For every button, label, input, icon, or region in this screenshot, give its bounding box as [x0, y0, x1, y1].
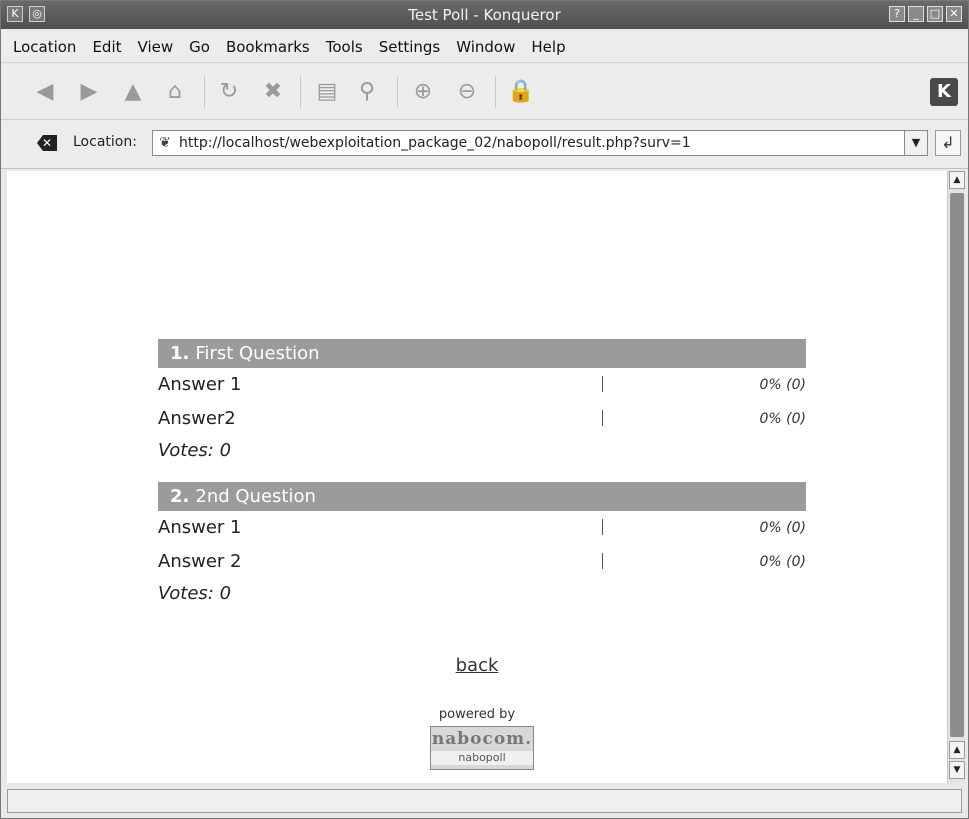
answer-result: 0% (0) — [759, 554, 807, 570]
answer-row: Answer 1 0% (0) — [158, 368, 806, 402]
kde-logo-icon: K — [930, 78, 958, 106]
answer-label: Answer2 — [158, 408, 236, 429]
security-icon[interactable]: 🔒 — [507, 78, 535, 106]
reload-icon[interactable]: ↻ — [215, 78, 243, 106]
find-icon[interactable]: ⚲ — [353, 78, 381, 106]
menu-bookmarks[interactable]: Bookmarks — [218, 38, 318, 56]
back-link[interactable]: back — [456, 655, 499, 676]
zoom-out-icon[interactable]: ⊖ — [453, 78, 481, 106]
menu-location[interactable]: Location — [5, 38, 84, 56]
menu-settings[interactable]: Settings — [371, 38, 449, 56]
menu-go[interactable]: Go — [181, 38, 218, 56]
back-link-wrap: back — [7, 655, 947, 676]
question-number: 1. — [170, 343, 190, 364]
question-title: 2nd Question — [195, 486, 316, 507]
result-bar — [602, 410, 603, 426]
answer-result: 0% (0) — [759, 520, 807, 536]
up-icon[interactable]: ▲ — [119, 78, 147, 106]
close-button[interactable]: ✕ — [946, 6, 962, 22]
url-history-dropdown[interactable]: ▼ — [904, 130, 928, 156]
print-icon[interactable]: ▤ — [313, 78, 341, 106]
toolbar-separator — [204, 76, 205, 108]
konqueror-window: K ◎ Test Poll - Konqueror ? _ □ ✕ Locati… — [0, 0, 969, 819]
question-header: 2. 2nd Question — [158, 482, 806, 511]
answer-result: 0% (0) — [759, 377, 807, 393]
minimize-button[interactable]: _ — [908, 6, 924, 22]
answer-row: Answer 2 0% (0) — [158, 545, 806, 579]
question-number: 2. — [170, 486, 190, 507]
toolbar: ◀ ▶ ▲ ⌂ ↻ ✖ ▤ ⚲ ⊕ ⊖ 🔒 K — [1, 64, 968, 120]
status-bar — [7, 789, 962, 813]
scrollbar-thumb[interactable] — [950, 193, 964, 737]
result-bar — [602, 553, 603, 569]
scroll-up-button[interactable]: ▲ — [949, 171, 965, 189]
page-content: 1. First Question Answer 1 0% (0) Answer2… — [7, 171, 947, 783]
answer-label: Answer 1 — [158, 517, 242, 538]
votes-total: Votes: 0 — [158, 440, 232, 461]
menu-view[interactable]: View — [130, 38, 182, 56]
nabocom-logo[interactable]: nabocom. nabopoll — [430, 726, 534, 770]
url-input[interactable]: http://localhost/webexploitation_package… — [152, 130, 911, 156]
site-favicon-icon: ❦ — [159, 135, 171, 151]
vertical-scrollbar[interactable]: ▲ ▲ ▼ — [947, 171, 965, 783]
menu-bar: Location Edit View Go Bookmarks Tools Se… — [1, 31, 968, 63]
powered-by-text: powered by — [438, 707, 516, 722]
window-title: Test Poll - Konqueror — [408, 6, 561, 24]
location-label: Location: — [73, 134, 137, 150]
answer-row: Answer 1 0% (0) — [158, 511, 806, 545]
menu-window[interactable]: Window — [448, 38, 523, 56]
question-header: 1. First Question — [158, 339, 806, 368]
toolbar-separator — [397, 76, 398, 108]
help-button[interactable]: ? — [889, 6, 905, 22]
result-bar — [602, 376, 603, 392]
zoom-in-icon[interactable]: ⊕ — [409, 78, 437, 106]
menu-edit[interactable]: Edit — [84, 38, 129, 56]
forward-icon[interactable]: ▶ — [75, 78, 103, 106]
location-toolbar: ✕ Location: http://localhost/webexploita… — [1, 121, 968, 169]
poll-results: 1. First Question Answer 1 0% (0) Answer2… — [158, 339, 806, 617]
toolbar-separator — [300, 76, 301, 108]
logo-text: nabocom. — [431, 729, 533, 749]
result-bar — [602, 519, 603, 535]
question-title: First Question — [195, 343, 320, 364]
answer-row: Answer2 0% (0) — [158, 402, 806, 436]
maximize-button[interactable]: □ — [927, 6, 943, 22]
clear-location-icon[interactable]: ✕ — [37, 135, 57, 151]
toolbar-separator — [495, 76, 496, 108]
answer-result: 0% (0) — [759, 411, 807, 427]
votes-total: Votes: 0 — [158, 583, 232, 604]
scroll-up-button-bottom[interactable]: ▲ — [949, 741, 965, 759]
answer-label: Answer 2 — [158, 551, 242, 572]
menu-help[interactable]: Help — [523, 38, 573, 56]
home-icon[interactable]: ⌂ — [161, 78, 189, 106]
scroll-down-button[interactable]: ▼ — [949, 761, 965, 779]
go-button[interactable]: ↲ — [935, 130, 961, 156]
title-bar[interactable]: K ◎ Test Poll - Konqueror ? _ □ ✕ — [1, 1, 968, 29]
logo-subtext: nabopoll — [431, 751, 533, 765]
stop-icon[interactable]: ✖ — [259, 78, 287, 106]
back-icon[interactable]: ◀ — [31, 78, 59, 106]
answer-label: Answer 1 — [158, 374, 242, 395]
menu-tools[interactable]: Tools — [318, 38, 371, 56]
